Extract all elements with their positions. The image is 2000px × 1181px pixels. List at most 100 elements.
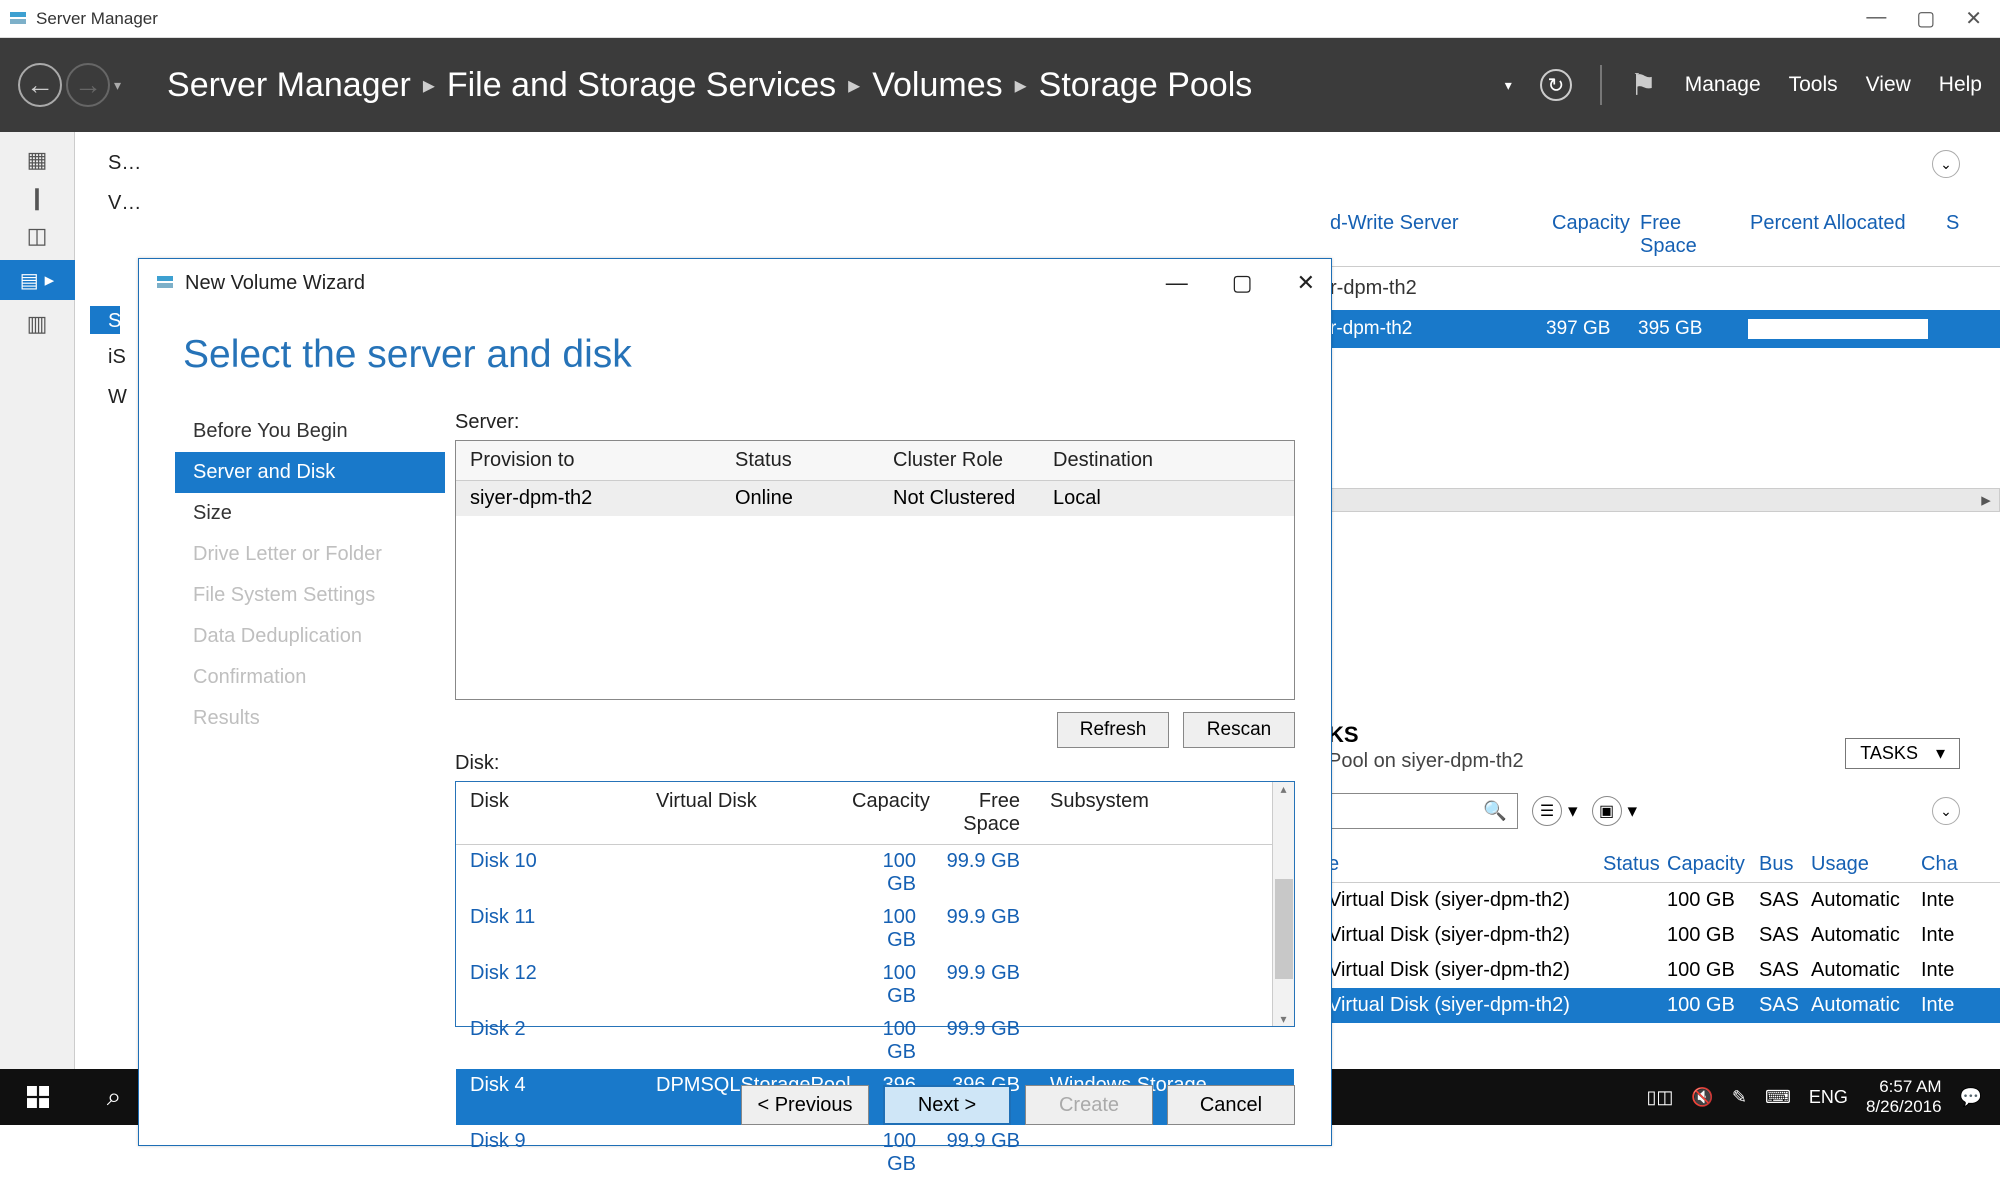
scol-provision[interactable]: Provision to (456, 441, 721, 480)
horizontal-scrollbar[interactable]: ▸ (1330, 488, 2000, 512)
crumb-3[interactable]: Storage Pools (1039, 66, 1253, 105)
tasks-dropdown-button[interactable]: TASKS▾ (1845, 738, 1960, 769)
wizard-step: Results (175, 698, 445, 739)
dc-status[interactable]: Status (1603, 853, 1667, 876)
left-label-5[interactable]: W (108, 386, 141, 414)
notifications-flag-icon[interactable]: ⚑ (1630, 68, 1657, 103)
shares-nav-icon[interactable] (20, 310, 54, 338)
tray-notifications-icon[interactable]: 💬 (1960, 1087, 1982, 1108)
left-label-4[interactable]: iS (108, 346, 141, 374)
tray-lang[interactable]: ENG (1809, 1087, 1848, 1108)
wizard-step[interactable]: Size (175, 493, 445, 534)
wizard-step[interactable]: Server and Disk (175, 452, 445, 493)
pool-group-row[interactable]: r-dpm-th2 (1330, 267, 2000, 310)
nav-bar: ← → ▾ Server Manager▸ File and Storage S… (0, 38, 2000, 132)
wizard-max-button[interactable]: ▢ (1232, 270, 1253, 296)
dc-name[interactable]: e (1328, 853, 1603, 876)
dcol-vd[interactable]: Virtual Disk (642, 782, 838, 844)
menu-help[interactable]: Help (1939, 73, 1982, 97)
crumb-1[interactable]: File and Storage Services (447, 66, 836, 105)
percent-allocated-bar (1748, 319, 1928, 339)
col-percent[interactable]: Percent Allocated (1750, 212, 1946, 258)
app-icon (8, 9, 28, 29)
tray-volume-icon[interactable]: 🔇 (1691, 1087, 1713, 1108)
dc-bus[interactable]: Bus (1759, 853, 1811, 876)
nav-back-button[interactable]: ← (18, 63, 62, 107)
server-grid: Provision to Status Cluster Role Destina… (455, 440, 1295, 700)
physical-disk-row[interactable]: Virtual Disk (siyer-dpm-th2)100 GBSASAut… (1328, 988, 2000, 1023)
volumes-nav-icon[interactable] (20, 184, 54, 212)
left-label-0[interactable]: S… (108, 152, 141, 180)
window-max-button[interactable]: ▢ (1916, 6, 1935, 31)
col-freespace[interactable]: Free Space (1640, 212, 1750, 258)
wizard-step: Data Deduplication (175, 616, 445, 657)
tray-pen-icon[interactable]: ✎ (1732, 1087, 1747, 1108)
window-min-button[interactable]: — (1866, 6, 1886, 31)
view-options-icon[interactable]: ☰ (1532, 796, 1562, 826)
menu-tools[interactable]: Tools (1789, 73, 1838, 97)
dcol-disk[interactable]: Disk (456, 782, 642, 844)
scol-cluster[interactable]: Cluster Role (879, 441, 1039, 480)
dcol-sub[interactable]: Subsystem (1036, 782, 1294, 844)
crumb-2[interactable]: Volumes (872, 66, 1002, 105)
physical-disk-row[interactable]: Virtual Disk (siyer-dpm-th2)100 GBSASAut… (1328, 953, 2000, 988)
window-close-button[interactable]: ✕ (1965, 6, 1982, 31)
pool-row-selected[interactable]: r-dpm-th2 397 GB 395 GB (1330, 310, 2000, 348)
menu-view[interactable]: View (1866, 73, 1911, 97)
disk-row[interactable]: Disk 2100 GB99.9 GB (456, 1013, 1294, 1069)
new-volume-wizard: New Volume Wizard — ▢ ✕ Select the serve… (138, 258, 1332, 1146)
storage-pools-pane: ⌄ d-Write Server Capacity Free Space Per… (1330, 144, 2000, 512)
save-view-icon[interactable]: ▣ (1592, 796, 1622, 826)
disk-grid: Disk Virtual Disk Capacity Free Space Su… (455, 781, 1295, 1027)
rescan-button[interactable]: Rescan (1183, 712, 1295, 748)
left-label-sel[interactable]: S (90, 306, 120, 334)
refresh-icon[interactable]: ↻ (1540, 69, 1572, 101)
tray-clock[interactable]: 6:57 AM 8/26/2016 (1866, 1077, 1942, 1116)
wizard-heading: Select the server and disk (139, 307, 1331, 411)
left-labels: S… V… S iS W (108, 152, 141, 414)
nav-forward-button: → (66, 63, 110, 107)
disk-scrollbar[interactable]: ▴▾ (1272, 782, 1294, 1026)
disk-row[interactable]: Disk 11100 GB99.9 GB (456, 901, 1294, 957)
disks-nav-icon[interactable] (20, 222, 54, 250)
nav-dropdown-icon[interactable]: ▾ (1505, 77, 1512, 94)
collapse-icon[interactable]: ⌄ (1932, 150, 1960, 178)
cancel-button[interactable]: Cancel (1167, 1085, 1295, 1125)
next-button[interactable]: Next > (883, 1085, 1011, 1125)
filter-search-box[interactable]: 🔍 (1328, 793, 1518, 829)
left-label-1[interactable]: V… (108, 192, 141, 220)
disk-row[interactable]: Disk 12100 GB99.9 GB (456, 957, 1294, 1013)
expand-icon[interactable]: ⌄ (1932, 797, 1960, 825)
wizard-min-button[interactable]: — (1166, 270, 1188, 296)
physical-disk-row[interactable]: Virtual Disk (siyer-dpm-th2)100 GBSASAut… (1328, 883, 2000, 918)
previous-button[interactable]: < Previous (741, 1085, 869, 1125)
physical-disk-row[interactable]: Virtual Disk (siyer-dpm-th2)100 GBSASAut… (1328, 918, 2000, 953)
disk-row[interactable]: Disk 9100 GB99.9 GB (456, 1125, 1294, 1181)
tray-keyboard-icon[interactable]: ⌨ (1765, 1087, 1791, 1108)
crumb-0[interactable]: Server Manager (167, 66, 411, 105)
menu-manage[interactable]: Manage (1685, 73, 1761, 97)
dc-usage[interactable]: Usage (1811, 853, 1921, 876)
tray-display-icon[interactable]: ▯◫ (1647, 1087, 1674, 1108)
nav-history-dropdown[interactable]: ▾ (114, 77, 121, 94)
scol-status[interactable]: Status (721, 441, 879, 480)
disk-row[interactable]: Disk 10100 GB99.9 GB (456, 845, 1294, 901)
window-titlebar: Server Manager — ▢ ✕ (0, 0, 2000, 38)
dcol-free[interactable]: Free Space (930, 782, 1036, 844)
dcol-cap[interactable]: Capacity (838, 782, 930, 844)
wizard-step[interactable]: Before You Begin (175, 411, 445, 452)
storage-pools-nav-icon[interactable] (0, 260, 75, 300)
refresh-button[interactable]: Refresh (1057, 712, 1169, 748)
servers-nav-icon[interactable] (20, 146, 54, 174)
window-title: Server Manager (36, 9, 1866, 29)
dc-ext[interactable]: Cha (1921, 853, 1958, 876)
col-s[interactable]: S (1946, 212, 1977, 258)
scol-dest[interactable]: Destination (1039, 441, 1294, 480)
wizard-close-button[interactable]: ✕ (1297, 270, 1315, 296)
start-button[interactable] (0, 1069, 76, 1125)
server-row[interactable]: siyer-dpm-th2 Online Not Clustered Local (456, 481, 1294, 516)
col-rw-server[interactable]: d-Write Server (1330, 212, 1552, 258)
breadcrumb: Server Manager▸ File and Storage Service… (167, 66, 1252, 105)
dc-capacity[interactable]: Capacity (1667, 853, 1759, 876)
col-capacity[interactable]: Capacity (1552, 212, 1640, 258)
